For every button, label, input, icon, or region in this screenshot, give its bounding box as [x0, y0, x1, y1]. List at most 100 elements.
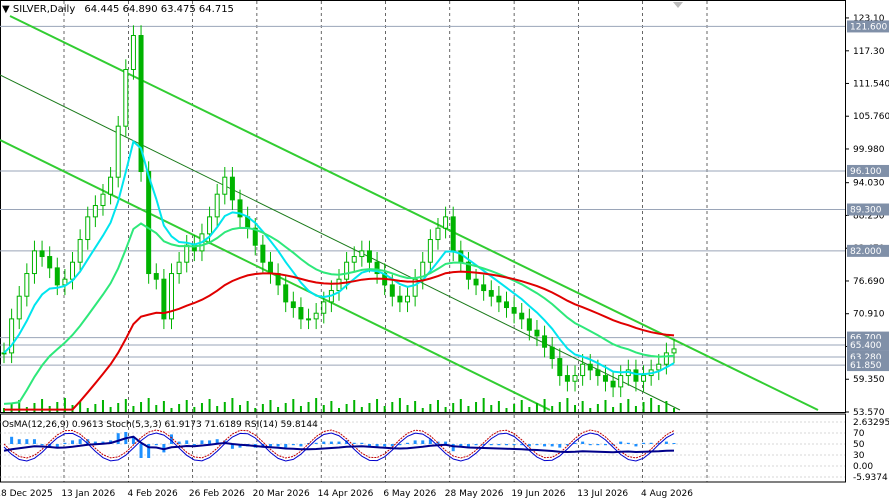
x-axis-tick-label: 4 Aug 2026 [641, 489, 693, 499]
candle-body [184, 244, 190, 263]
volume-bar [292, 399, 295, 412]
volume-bar [566, 398, 569, 412]
osma-bar [550, 444, 554, 447]
osma-bar [40, 444, 44, 446]
x-axis-tick-label: 13 Jul 2026 [577, 489, 628, 499]
osma-bar [619, 441, 623, 444]
volume-bar [627, 399, 630, 412]
indicator-level-label: -5.9374 [853, 473, 888, 483]
candle-body [488, 290, 494, 297]
osma-bar [588, 444, 592, 446]
volume-bar [543, 399, 546, 412]
price-level-label: 65.400 [850, 341, 882, 351]
volume-bar [505, 408, 508, 412]
x-axis-tick-label: 26 Feb 2026 [189, 489, 245, 499]
candle-body [519, 312, 525, 320]
volume-bar [315, 398, 318, 412]
candle-body [564, 375, 570, 382]
candle-body [108, 176, 114, 195]
osma-bar [200, 440, 204, 444]
osma-bar [314, 442, 318, 444]
candle-body [92, 205, 98, 218]
volume-bar [650, 398, 653, 412]
osma-bar [329, 441, 333, 444]
candle-body [526, 318, 532, 331]
collapse-arrow-icon[interactable]: ▼ [2, 4, 13, 15]
volume-bar [551, 406, 554, 412]
candle-body [496, 295, 502, 303]
candle-body [435, 227, 441, 241]
candle-body [481, 284, 487, 292]
volume-bar [353, 400, 356, 412]
osma-bar [10, 436, 14, 444]
candle-body [549, 346, 555, 360]
indicator-level-label: 30 [853, 451, 865, 461]
candle-body [115, 125, 121, 178]
candle-body [595, 369, 601, 377]
candle-body [321, 301, 327, 314]
y-axis-tick-label: 70.910 [853, 310, 885, 320]
x-axis-tick-label: 18 Dec 2025 [0, 489, 53, 499]
candle-body [222, 176, 228, 195]
candle-body [610, 380, 616, 388]
candle-body [336, 278, 342, 292]
volume-bar [360, 407, 363, 412]
candle-body [290, 301, 296, 309]
osma-bar [337, 441, 341, 444]
candle-body [313, 312, 319, 320]
volume-bar [467, 406, 470, 412]
candle-body [267, 261, 273, 275]
osma-bar [558, 444, 562, 448]
osma-bar [634, 444, 638, 447]
volume-bar [185, 400, 188, 412]
volume-bar [155, 405, 158, 412]
volume-bar [475, 402, 478, 412]
price-level-label: 89.300 [850, 205, 882, 215]
volume-bar [200, 403, 203, 412]
osma-bar [672, 443, 676, 444]
osma-bar [489, 444, 493, 446]
osma-bar [581, 441, 585, 444]
osma-bar [535, 444, 539, 446]
volume-bar [10, 404, 13, 412]
candle-body [24, 273, 30, 297]
volume-bar [673, 408, 675, 412]
osma-bar [208, 440, 212, 444]
volume-bar [383, 406, 386, 412]
candle-body [214, 193, 220, 218]
candle-body [450, 216, 456, 252]
volume-bar [284, 403, 287, 412]
osma-bar [192, 444, 196, 446]
volume-bar [86, 408, 89, 412]
x-axis-tick-label: 6 May 2026 [383, 489, 436, 499]
candle-body [100, 193, 106, 207]
candle-body [123, 69, 129, 127]
volume-bar [269, 400, 272, 412]
osma-bar [276, 444, 280, 447]
volume-bar [94, 404, 97, 412]
osma-bar [17, 439, 21, 444]
candle-body [473, 278, 479, 286]
indicator-level-label: 0.00 [853, 462, 873, 472]
volume-bar [132, 406, 135, 412]
price-level-label: 121.600 [850, 22, 887, 32]
osma-bar [71, 440, 75, 444]
volume-bar [497, 401, 500, 412]
volume-bar [223, 402, 226, 412]
volume-bar [612, 407, 615, 412]
volume-bar [421, 408, 424, 412]
candle-body [39, 250, 45, 258]
osma-bar [413, 440, 417, 444]
candle-body [557, 358, 563, 377]
volume-bar [444, 407, 447, 412]
candle-body [443, 216, 449, 229]
price-level-label: 61.850 [850, 361, 882, 371]
volume-bar [482, 398, 485, 412]
osma-bar [268, 444, 272, 447]
volume-bar [657, 405, 660, 412]
volume-bar [162, 401, 165, 412]
volume-bar [307, 402, 310, 412]
volume-bar [642, 402, 645, 412]
volume-bar [330, 401, 333, 412]
x-axis-tick-label: 28 May 2026 [445, 489, 504, 499]
